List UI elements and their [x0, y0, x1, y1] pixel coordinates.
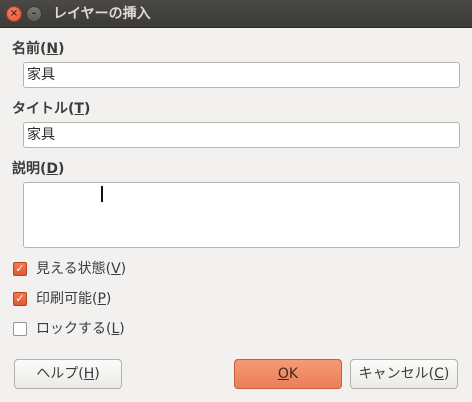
name-input[interactable]: 家具 [23, 62, 460, 88]
window-title: レイヤーの挿入 [53, 6, 151, 22]
cancel-button[interactable]: キャンセル(C) [350, 359, 458, 389]
printable-checkbox-label: 印刷可能(P) [36, 291, 112, 307]
title-input[interactable]: 家具 [23, 122, 460, 148]
lock-checkbox-label: ロックする(L) [36, 321, 125, 337]
text-cursor [101, 186, 103, 202]
lock-checkbox[interactable] [13, 322, 27, 336]
description-label: 説明(D) [12, 161, 65, 177]
description-textarea[interactable] [23, 182, 460, 248]
title-bar: × – レイヤーの挿入 [0, 0, 472, 28]
checkmark-icon[interactable]: ✓ [13, 262, 27, 276]
checkmark-icon[interactable]: ✓ [13, 292, 27, 306]
help-button[interactable]: ヘルプ(H) [14, 359, 122, 389]
minimize-icon[interactable]: – [26, 6, 42, 22]
visible-checkbox-label: 見える状態(V) [36, 261, 127, 277]
ok-button[interactable]: OK [234, 359, 342, 389]
name-label: 名前(N) [12, 41, 65, 57]
close-icon[interactable]: × [6, 6, 22, 22]
title-label: タイトル(T) [12, 101, 91, 117]
